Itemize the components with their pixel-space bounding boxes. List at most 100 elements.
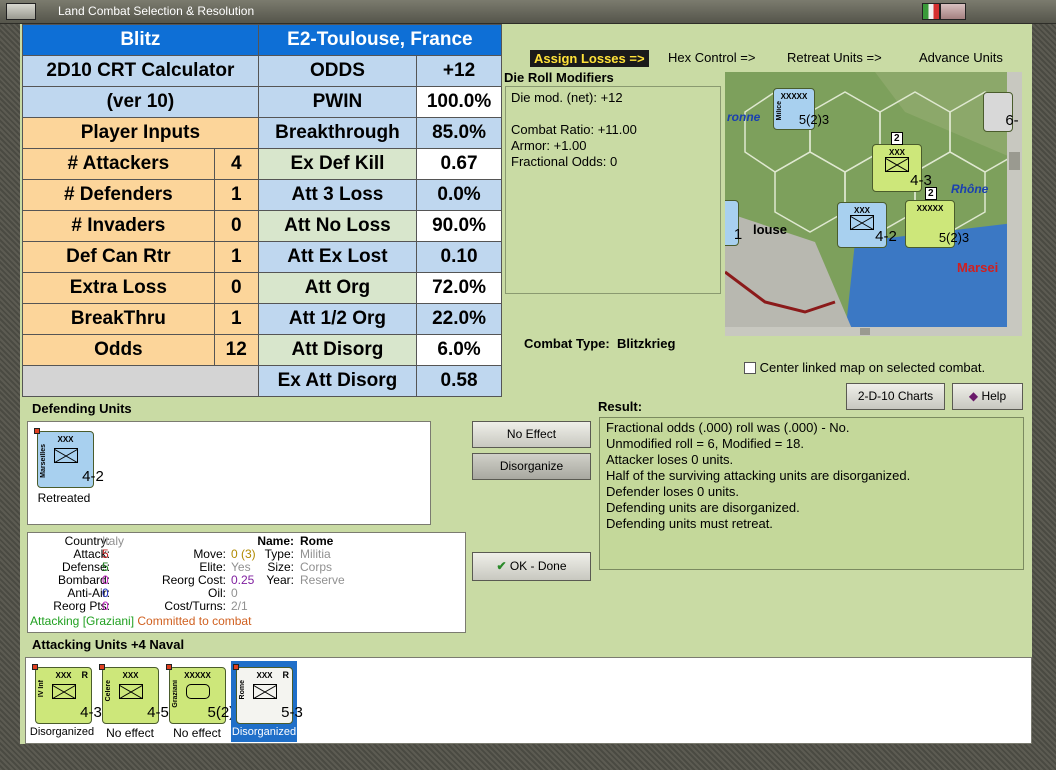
info-value: 2/1 bbox=[231, 599, 248, 613]
infantry-icon bbox=[53, 448, 78, 463]
infantry-icon bbox=[51, 684, 76, 699]
result-line: Defending units are disorganized. bbox=[606, 500, 800, 515]
crt-calc-name: 2D10 CRT Calculator bbox=[22, 55, 259, 87]
unit-size: XXX bbox=[122, 671, 139, 680]
ok-done-button[interactable]: ✔ OK - Done bbox=[472, 552, 591, 581]
input-value: 12 bbox=[213, 334, 259, 366]
infantry-icon bbox=[885, 157, 909, 172]
unit-strength: 4-2 bbox=[82, 468, 104, 485]
combat-type: Combat Type: Blitzkrieg bbox=[524, 336, 675, 351]
crt-label: Breakthrough bbox=[257, 117, 418, 149]
die-blank-line bbox=[511, 106, 715, 122]
close-icon[interactable] bbox=[940, 3, 966, 20]
no-effect-button[interactable]: No Effect bbox=[472, 421, 591, 448]
crt-version: (ver 10) bbox=[22, 86, 259, 118]
attacking-unit-selected[interactable]: XXX R Rome 5-3 bbox=[233, 664, 303, 724]
crt-value: 72.0% bbox=[416, 272, 502, 304]
crt-label: Ex Def Kill bbox=[257, 148, 418, 180]
linked-map[interactable]: ronne Rhône louse Marsei XXXXX Milice 5(… bbox=[725, 72, 1022, 336]
center-map-checkbox[interactable] bbox=[744, 362, 756, 374]
attacking-unit[interactable]: XXX Celere 4-5 bbox=[99, 664, 169, 724]
unit-size: XXX bbox=[853, 206, 870, 215]
info-label: Year: bbox=[266, 573, 294, 587]
unit-strength: 5-3 bbox=[281, 704, 303, 721]
center-map-option[interactable]: Center linked map on selected combat. bbox=[744, 360, 985, 375]
crt-value: 0.67 bbox=[416, 148, 502, 180]
map-unit[interactable]: XXX 4-2 bbox=[837, 202, 897, 248]
stack-badge: 2 bbox=[891, 132, 903, 145]
map-unit[interactable]: 6- bbox=[983, 92, 1019, 132]
check-icon: ✔ bbox=[496, 559, 507, 573]
defending-units-title: Defending Units bbox=[32, 401, 132, 416]
map-unit[interactable]: XXXXX Milice 5(2)3 bbox=[773, 88, 829, 130]
input-value: 4 bbox=[213, 148, 259, 180]
help-button[interactable]: ◆ Help bbox=[952, 383, 1023, 410]
disorganize-button[interactable]: Disorganize bbox=[472, 453, 591, 480]
unit-name: Milice bbox=[776, 101, 783, 121]
armor-line: Armor: +1.00 bbox=[511, 138, 587, 153]
crt-label: Att Org bbox=[257, 272, 418, 304]
unit-name: IV Inf bbox=[38, 680, 45, 698]
die-roll-panel: Die mod. (net): +12 Combat Ratio: +11.00… bbox=[505, 86, 721, 294]
help-book-icon: ◆ bbox=[968, 389, 979, 403]
tab-assign-losses[interactable]: Assign Losses => bbox=[530, 50, 649, 67]
ok-done-label: OK - Done bbox=[509, 559, 567, 573]
info-value: Reserve bbox=[300, 573, 345, 587]
tab-retreat-units[interactable]: Retreat Units => bbox=[787, 50, 882, 65]
map-unit[interactable]: XXX 4-3 bbox=[872, 144, 932, 192]
attacking-unit[interactable]: XXX R IV Inf 4-3 bbox=[32, 664, 102, 724]
info-left-labels: Country: Attack: Defense: Bombard: Anti-… bbox=[30, 535, 110, 613]
tab-hex-control[interactable]: Hex Control => bbox=[668, 50, 755, 65]
committed-status: Committed to combat bbox=[137, 614, 252, 628]
attacking-leader: Attacking [Graziani] bbox=[30, 614, 135, 628]
crt-value: 100.0% bbox=[416, 86, 502, 118]
charts-button[interactable]: 2-D-10 Charts bbox=[846, 383, 945, 410]
attacking-unit-status: Disorganized bbox=[29, 726, 95, 738]
map-label: ronne bbox=[727, 110, 761, 124]
unit-size: XXX bbox=[888, 148, 905, 157]
crt-calculator-table: Blitz E2-Toulouse, France 2D10 CRT Calcul… bbox=[22, 24, 503, 397]
fractional-odds-line: Fractional Odds: 0 bbox=[511, 154, 618, 169]
unit-strength: 4-3 bbox=[910, 172, 932, 189]
system-menu-button[interactable] bbox=[6, 3, 36, 20]
defending-unit[interactable]: XXX Marseilles 4-2 bbox=[34, 428, 104, 488]
unit-marker bbox=[166, 664, 172, 670]
crt-value: 6.0% bbox=[416, 334, 502, 366]
input-value: 0 bbox=[213, 272, 259, 304]
defending-units-panel: XXX Marseilles 4-2 Retreated bbox=[27, 421, 431, 525]
unit-marker bbox=[99, 664, 105, 670]
unit-strength: 5(2)3 bbox=[798, 112, 830, 127]
map-label: Rhône bbox=[951, 182, 989, 196]
map-unit[interactable]: XXXXX 5(2)3 bbox=[905, 200, 969, 248]
unit-strength: 4-2 bbox=[875, 228, 897, 245]
crt-label: Ex Att Disorg bbox=[257, 365, 418, 397]
unit-strength: 5(2)3 bbox=[938, 230, 970, 245]
input-label: Extra Loss bbox=[22, 272, 215, 304]
input-label: Def Can Rtr bbox=[22, 241, 215, 273]
center-map-label: Center linked map on selected combat. bbox=[759, 360, 986, 375]
input-value: 0 bbox=[213, 210, 259, 242]
map-label: Marsei bbox=[957, 260, 999, 275]
info-right-labels: Name: Type: Size: Year: bbox=[248, 535, 294, 587]
map-unit[interactable]: 1 bbox=[725, 200, 742, 246]
attacking-unit-status: No effect bbox=[173, 726, 221, 740]
crt-label: ODDS bbox=[257, 55, 418, 87]
info-right-values: Rome Militia Corps Reserve bbox=[300, 535, 370, 587]
result-line: Defending units must retreat. bbox=[606, 516, 773, 531]
tab-advance-units[interactable]: Advance Units bbox=[919, 50, 1003, 65]
result-line: Unmodified roll = 6, Modified = 18. bbox=[606, 436, 804, 451]
map-label: louse bbox=[753, 222, 787, 237]
stack-badge: 2 bbox=[925, 187, 937, 200]
crt-value: 22.0% bbox=[416, 303, 502, 335]
input-label: # Defenders bbox=[22, 179, 215, 211]
crt-value: +12 bbox=[416, 55, 502, 87]
unit-size: XXXXX bbox=[916, 204, 944, 213]
attacking-unit[interactable]: XXXXX Graziani 5(2)3 bbox=[166, 664, 243, 724]
unit-marker bbox=[32, 664, 38, 670]
result-title: Result: bbox=[598, 399, 643, 414]
crt-location: E2-Toulouse, France bbox=[257, 24, 503, 56]
info-value: Italy bbox=[102, 534, 125, 548]
result-panel: Fractional odds (.000) roll was (.000) -… bbox=[599, 417, 1024, 570]
combat-type-label: Combat Type: bbox=[524, 336, 610, 351]
input-label: # Attackers bbox=[22, 148, 215, 180]
